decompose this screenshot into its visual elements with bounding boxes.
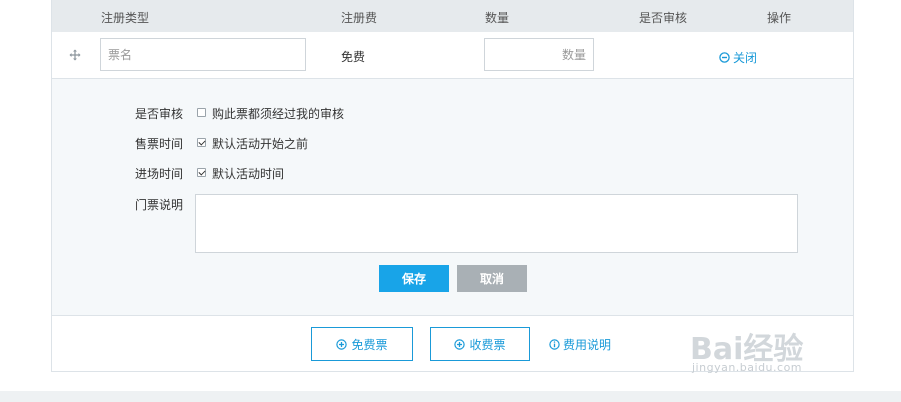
table-row: 免费 关闭 bbox=[52, 32, 853, 79]
sale-time-checkbox[interactable] bbox=[197, 138, 206, 147]
header-review: 是否审核 bbox=[639, 11, 688, 25]
plus-circle-icon bbox=[336, 338, 348, 350]
header-registration-type: 注册类型 bbox=[101, 11, 150, 25]
cancel-button[interactable]: 取消 bbox=[457, 265, 527, 292]
plus-circle-icon bbox=[454, 338, 466, 350]
sale-time-label: 售票时间 bbox=[134, 137, 183, 151]
minus-circle-icon bbox=[719, 52, 730, 63]
page-footer-bar bbox=[0, 391, 901, 402]
entry-time-checkbox[interactable] bbox=[197, 168, 206, 177]
review-option-label: 购此票都须经过我的审核 bbox=[212, 107, 345, 121]
add-free-ticket-button[interactable]: 免费票 bbox=[311, 327, 413, 361]
review-label: 是否审核 bbox=[134, 107, 183, 121]
entry-time-option-label: 默认活动时间 bbox=[212, 167, 285, 181]
sale-time-option-label: 默认活动开始之前 bbox=[212, 137, 309, 151]
fee-value: 免费 bbox=[341, 50, 366, 64]
header-quantity: 数量 bbox=[485, 11, 510, 25]
close-label: 关闭 bbox=[733, 51, 758, 65]
watermark-url: jingyan.baidu.com bbox=[692, 361, 803, 374]
close-button[interactable]: 关闭 bbox=[719, 49, 757, 66]
save-button[interactable]: 保存 bbox=[379, 265, 449, 292]
quantity-input[interactable] bbox=[484, 38, 594, 71]
entry-time-label: 进场时间 bbox=[134, 167, 183, 181]
drag-move-icon[interactable] bbox=[69, 49, 81, 61]
fee-info-label: 费用说明 bbox=[563, 338, 612, 352]
ticket-detail-panel: 是否审核 购此票都须经过我的审核 售票时间 默认活动开始之前 进场时间 默认活动… bbox=[52, 79, 853, 316]
review-checkbox[interactable] bbox=[197, 108, 206, 117]
fee-info-link[interactable]: 费用说明 bbox=[549, 336, 611, 353]
description-label: 门票说明 bbox=[134, 198, 183, 212]
add-paid-ticket-label: 收费票 bbox=[469, 337, 506, 352]
add-free-ticket-label: 免费票 bbox=[351, 337, 388, 352]
info-circle-icon bbox=[549, 339, 560, 350]
add-paid-ticket-button[interactable]: 收费票 bbox=[430, 327, 530, 361]
header-registration-fee: 注册费 bbox=[341, 11, 378, 25]
header-actions: 操作 bbox=[767, 11, 792, 25]
ticket-editor-card: 注册类型 注册费 数量 是否审核 操作 免费 关闭 是否审核 购此票都须经过我的… bbox=[51, 0, 854, 372]
ticket-name-input[interactable] bbox=[100, 38, 306, 71]
table-header: 注册类型 注册费 数量 是否审核 操作 bbox=[52, 0, 853, 32]
description-textarea[interactable] bbox=[195, 194, 798, 253]
